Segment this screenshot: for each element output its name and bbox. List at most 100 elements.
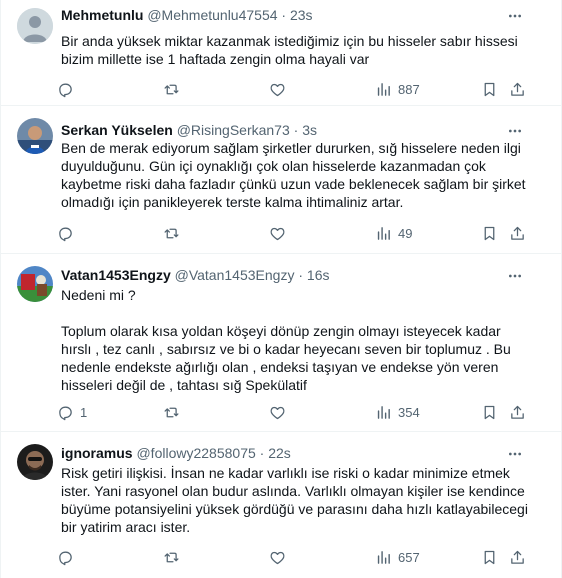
- retweet-icon: [164, 84, 179, 94]
- like-button[interactable]: [269, 221, 286, 245]
- bookmark-button[interactable]: [481, 545, 498, 569]
- share-icon: [511, 82, 524, 96]
- like-icon: [270, 406, 285, 419]
- tweet-header: Mehmetunlu @Mehmetunlu47554 · 23s: [61, 6, 511, 24]
- separator-dot: ·: [281, 7, 287, 23]
- tweet-actions: 657: [57, 545, 539, 569]
- like-button[interactable]: [269, 400, 286, 424]
- more-button[interactable]: [505, 121, 525, 141]
- tweet-line: bir yatirim aracı ister.: [61, 519, 191, 535]
- like-button[interactable]: [269, 77, 286, 101]
- tweet-line: ister. Yani rasyonel olan budur aslında.…: [61, 483, 525, 499]
- bookmark-button[interactable]: [481, 77, 498, 101]
- bookmark-button[interactable]: [481, 221, 498, 245]
- tweet-text: Nedeni mi ? Toplum olarak kısa yoldan kö…: [61, 286, 539, 394]
- user-name[interactable]: Serkan Yükselen: [61, 122, 173, 138]
- tweet[interactable]: ignoramus @followy22858075 · 22s Risk ge…: [1, 432, 561, 578]
- tweet-line: Toplum olarak kısa yoldan köşeyi dönüp z…: [61, 323, 501, 339]
- views-button[interactable]: 887: [375, 77, 420, 101]
- like-icon: [270, 551, 285, 564]
- reply-icon: [59, 83, 72, 97]
- user-handle[interactable]: @Vatan1453Engzy: [175, 267, 295, 283]
- reply-button[interactable]: [57, 545, 80, 569]
- views-icon: [377, 226, 390, 240]
- tweet-line: duyulduğunu. Gün içi oynaklığı çok olan …: [61, 158, 486, 174]
- more-icon: [509, 129, 521, 133]
- retweet-button[interactable]: [163, 77, 180, 101]
- tweet-time[interactable]: 23s: [290, 7, 313, 23]
- share-button[interactable]: [509, 221, 526, 245]
- views-count: 887: [398, 81, 420, 97]
- more-icon: [509, 14, 521, 18]
- reply-icon: [59, 406, 72, 420]
- more-button[interactable]: [505, 6, 525, 26]
- more-icon: [509, 452, 521, 456]
- user-handle[interactable]: @Mehmetunlu47554: [147, 7, 277, 23]
- reply-icon: [59, 551, 72, 565]
- tweet-line: bizim millette ise 1 haftada zengin olma…: [61, 51, 370, 67]
- user-name[interactable]: ignoramus: [61, 445, 133, 461]
- user-name[interactable]: Mehmetunlu: [61, 7, 143, 23]
- tweet-line-blank: [61, 304, 539, 322]
- views-button[interactable]: 657: [375, 545, 420, 569]
- share-button[interactable]: [509, 545, 526, 569]
- retweet-button[interactable]: [163, 545, 180, 569]
- avatar-photo[interactable]: [17, 118, 53, 154]
- tweet-line: Ben de merak ediyorum sağlam şirketler d…: [61, 140, 521, 156]
- bookmark-button[interactable]: [481, 400, 498, 424]
- tweet-line: hırslı , tez canlı , sabırsız ve bi o ka…: [61, 341, 511, 357]
- tweet[interactable]: Serkan Yükselen @RisingSerkan73 · 3s Ben…: [1, 106, 561, 254]
- tweet-text: Bir anda yüksek miktar kazanmak istediği…: [61, 32, 539, 68]
- separator-dot: ·: [298, 267, 304, 283]
- reply-button[interactable]: [57, 221, 80, 245]
- retweet-button[interactable]: [163, 221, 180, 245]
- user-handle[interactable]: @followy22858075: [136, 445, 255, 461]
- tweet-header: Serkan Yükselen @RisingSerkan73 · 3s: [61, 121, 511, 139]
- tweet[interactable]: Mehmetunlu @Mehmetunlu47554 · 23s Bir an…: [1, 0, 561, 106]
- bookmark-icon: [484, 550, 495, 564]
- reply-button[interactable]: 1: [57, 400, 87, 424]
- views-icon: [377, 405, 390, 419]
- more-button[interactable]: [505, 444, 525, 464]
- reply-button[interactable]: [57, 77, 80, 101]
- tweet-actions: 49: [57, 221, 539, 245]
- tweet-line: Risk getiri ilişkisi. İnsan ne kadar var…: [61, 465, 510, 481]
- tweet-time[interactable]: 16s: [307, 267, 330, 283]
- tweet-line: olmadığı için panikleyerek terste kalma …: [61, 194, 404, 210]
- share-button[interactable]: [509, 77, 526, 101]
- separator-dot: ·: [293, 122, 299, 138]
- views-count: 354: [398, 404, 420, 420]
- tweet-actions: 887: [57, 77, 539, 101]
- user-name[interactable]: Vatan1453Engzy: [61, 267, 171, 283]
- profile-photo-icon: [17, 266, 53, 302]
- like-button[interactable]: [269, 545, 286, 569]
- reply-icon: [59, 227, 72, 241]
- retweet-button[interactable]: [163, 400, 180, 424]
- profile-photo-icon: [17, 444, 53, 480]
- views-button[interactable]: 354: [375, 400, 420, 424]
- share-icon: [511, 405, 524, 419]
- profile-photo-icon: [17, 118, 53, 154]
- tweet-line: kaybetme riski daha fazladır çünkü uzun …: [61, 176, 526, 192]
- tweet-header: Vatan1453Engzy @Vatan1453Engzy · 16s: [61, 266, 511, 284]
- user-handle[interactable]: @RisingSerkan73: [177, 122, 290, 138]
- default-profile-icon: [17, 8, 53, 44]
- tweet[interactable]: Vatan1453Engzy @Vatan1453Engzy · 16s Ned…: [1, 254, 561, 432]
- tweet-line: hisseleri değil de , tahtası sığ Speküla…: [61, 377, 307, 393]
- bookmark-icon: [484, 82, 495, 96]
- views-icon: [377, 82, 390, 96]
- avatar-photo[interactable]: [17, 444, 53, 480]
- retweet-icon: [164, 407, 179, 417]
- share-button[interactable]: [509, 400, 526, 424]
- tweet-line: Nedeni mi ?: [61, 287, 136, 303]
- tweet-text: Risk getiri ilişkisi. İnsan ne kadar var…: [61, 464, 539, 536]
- views-count: 49: [398, 225, 413, 241]
- more-button[interactable]: [505, 266, 525, 286]
- retweet-icon: [164, 228, 179, 238]
- avatar-photo[interactable]: [17, 266, 53, 302]
- tweet-feed: Mehmetunlu @Mehmetunlu47554 · 23s Bir an…: [0, 0, 562, 578]
- avatar-default[interactable]: [17, 8, 53, 44]
- tweet-time[interactable]: 3s: [302, 122, 317, 138]
- tweet-time[interactable]: 22s: [268, 445, 291, 461]
- views-button[interactable]: 49: [375, 221, 412, 245]
